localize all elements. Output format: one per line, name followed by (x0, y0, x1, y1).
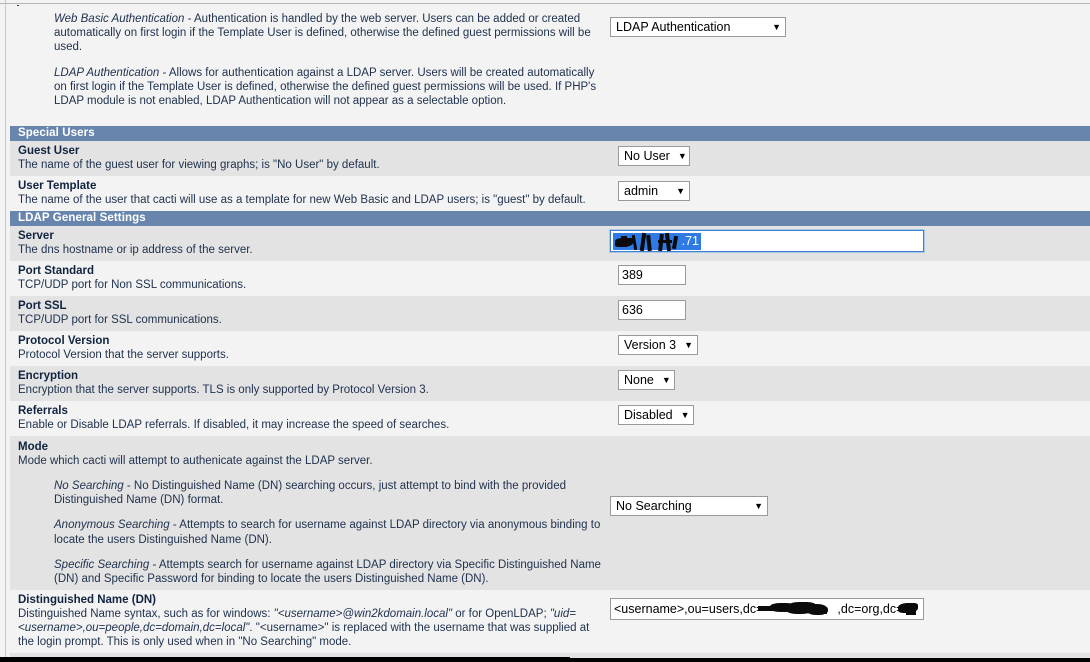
field-row-user-template: User Template The name of the user that … (10, 176, 1090, 211)
chevron-down-icon: ▼ (772, 21, 781, 32)
section-header-ldap-general: LDAP General Settings (10, 211, 1090, 226)
dn-desc-part1: Distinguished Name syntax, such as for w… (18, 608, 274, 621)
field-label-port-standard: Port Standard (18, 265, 95, 277)
field-desc-referrals: Enable or Disable LDAP referrals. If dis… (18, 419, 450, 431)
distinguished-name-input[interactable]: <username>,ou=users,dc= ,dc=org,dc= (610, 598, 924, 621)
screen-bottom-edge-left (0, 657, 570, 662)
field-label-referrals: Referrals (18, 405, 68, 417)
field-label-user-template: User Template (18, 180, 97, 192)
field-desc-mode: Mode which cacti will attempt to autheni… (18, 455, 373, 467)
dn-desc-example-windows: "<username>@win2kdomain.local" (273, 608, 453, 621)
mode-paragraph-specific-searching: Specific Searching - Attempts search for… (54, 558, 614, 586)
intro-term-web-basic: Web Basic Authentication (54, 13, 185, 25)
field-desc-encryption: Encryption that the server supports. TLS… (18, 384, 429, 396)
field-desc-protocol-version: Protocol Version that the server support… (18, 349, 229, 361)
chevron-down-icon: ▼ (676, 185, 685, 196)
encryption-select[interactable]: None ▼ (618, 370, 675, 390)
mode-paragraph-no-searching: No Searching - No Distinguished Name (DN… (54, 479, 614, 507)
field-label-port-ssl: Port SSL (18, 300, 67, 312)
port-standard-input[interactable] (618, 265, 686, 285)
redaction-mark (818, 608, 827, 615)
server-input[interactable]: .71 (609, 229, 925, 253)
mode-term-no-searching: No Searching (54, 480, 124, 492)
field-row-protocol-version: Protocol Version Protocol Version that t… (10, 331, 1090, 366)
field-desc-distinguished-name: Distinguished Name syntax, such as for w… (18, 607, 603, 649)
chevron-down-icon: ▼ (677, 150, 687, 161)
field-label-mode: Mode (18, 441, 49, 453)
field-desc-port-standard: TCP/UDP port for Non SSL communications. (18, 279, 247, 291)
user-template-select[interactable]: admin ▼ (618, 181, 690, 201)
mode-paragraph-anonymous-searching: Anonymous Searching - Attempts to search… (54, 518, 614, 546)
referrals-value: Disabled (624, 408, 673, 422)
section-header-special-users: Special Users (10, 126, 1090, 141)
field-desc-server: The dns hostname or ip address of the se… (18, 244, 253, 256)
field-row-referrals: Referrals Enable or Disable LDAP referra… (10, 401, 1090, 436)
field-row-guest-user: Guest User The name of the guest user fo… (10, 141, 1090, 176)
chevron-down-icon: ▼ (754, 500, 763, 511)
mode-body-no-searching: - No Distinguished Name (DN) searching o… (54, 480, 566, 507)
field-desc-guest-user: The name of the guest user for viewing g… (18, 159, 380, 171)
authentication-intro-text: Web Basic Authentication - Authenticatio… (10, 6, 610, 116)
field-desc-port-ssl: TCP/UDP port for SSL communications. (18, 314, 222, 326)
field-label-guest-user: Guest User (18, 145, 80, 157)
redaction-mark (658, 240, 672, 243)
referrals-select[interactable]: Disabled ▼ (618, 405, 694, 425)
window-left-edge (5, 0, 6, 662)
field-row-port-ssl: Port SSL TCP/UDP port for SSL communicat… (10, 296, 1090, 331)
field-row-distinguished-name: Distinguished Name (DN) Distinguished Na… (10, 590, 1090, 654)
authentication-method-value: LDAP Authentication (616, 20, 731, 34)
mode-term-specific-searching: Specific Searching (54, 558, 150, 571)
intro-paragraph-web-basic: Web Basic Authentication - Authenticatio… (54, 12, 610, 55)
field-row-mode: Mode Mode which cacti will attempt to au… (10, 436, 1090, 591)
field-label-distinguished-name: Distinguished Name (DN) (18, 594, 157, 607)
redaction-mark (906, 607, 916, 616)
user-template-value: admin (624, 184, 659, 198)
port-ssl-input[interactable] (618, 300, 686, 320)
field-label-encryption: Encryption (18, 370, 79, 382)
dn-value-suffix: ,dc=org,dc= (837, 602, 904, 617)
top-divider (0, 3, 1090, 4)
settings-page: Web Basic Authentication - Authenticatio… (0, 0, 1090, 662)
field-row-port-standard: Port Standard TCP/UDP port for Non SSL c… (10, 261, 1090, 296)
field-row-server: Server The dns hostname or ip address of… (10, 226, 1090, 261)
intro-term-ldap: LDAP Authentication (54, 66, 160, 79)
authentication-method-select[interactable]: LDAP Authentication ▼ (610, 17, 786, 37)
field-label-server: Server (18, 230, 54, 242)
mode-value: No Searching (616, 499, 692, 513)
dn-value-prefix: <username>,ou=users,dc= (614, 602, 764, 617)
chevron-down-icon: ▼ (680, 409, 690, 420)
guest-user-select[interactable]: No User ▼ (618, 146, 690, 166)
guest-user-value: No User (624, 149, 670, 163)
protocol-version-value: Version 3 (624, 338, 677, 352)
mode-term-anonymous-searching: Anonymous Searching (54, 519, 170, 532)
field-row-encryption: Encryption Encryption that the server su… (10, 366, 1090, 401)
mode-select[interactable]: No Searching ▼ (610, 496, 768, 516)
intro-paragraph-ldap: LDAP Authentication - Allows for authent… (54, 66, 610, 109)
chevron-down-icon: ▼ (661, 374, 671, 385)
redaction-mark (621, 236, 627, 247)
field-desc-user-template: The name of the user that cacti will use… (18, 194, 586, 206)
field-label-protocol-version: Protocol Version (18, 335, 110, 347)
authentication-intro-row: Web Basic Authentication - Authenticatio… (10, 6, 1090, 126)
encryption-value: None (624, 373, 654, 387)
dn-desc-part2: or for OpenLDAP; (452, 608, 550, 621)
protocol-version-select[interactable]: Version 3 ▼ (618, 335, 698, 355)
settings-table: Web Basic Authentication - Authenticatio… (10, 6, 1090, 662)
chevron-down-icon: ▼ (684, 339, 694, 350)
mode-option-descriptions: No Searching - No Distinguished Name (DN… (54, 479, 614, 586)
